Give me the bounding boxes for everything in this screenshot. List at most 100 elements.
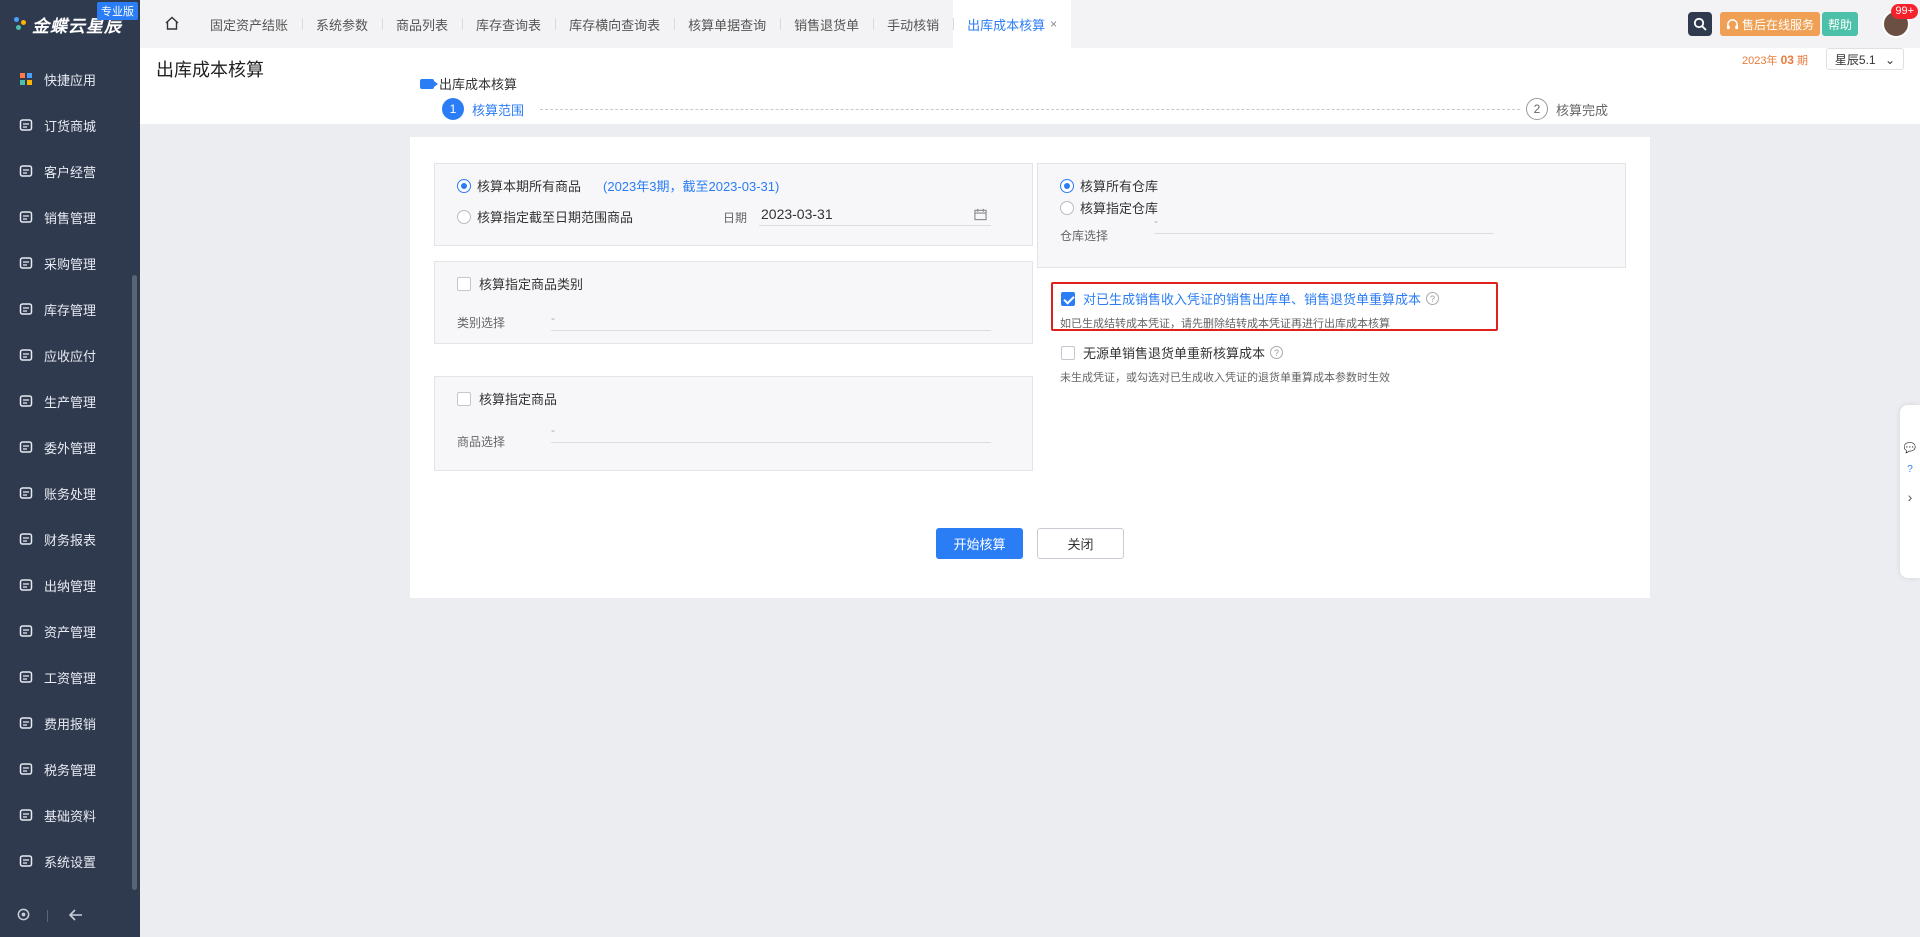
- checkbox[interactable]: [1061, 345, 1075, 360]
- sidebar-item[interactable]: 系统设置: [0, 838, 140, 884]
- close-button[interactable]: 关闭: [1037, 528, 1124, 559]
- tab[interactable]: 固定资产结账: [196, 0, 302, 48]
- close-icon[interactable]: ×: [1050, 17, 1057, 31]
- goods-label: 商品选择: [457, 435, 506, 449]
- chat-icon[interactable]: 💬: [1900, 443, 1920, 454]
- search-button[interactable]: [1687, 12, 1712, 36]
- settings-icon[interactable]: [16, 907, 31, 925]
- ledger-icon: [18, 485, 34, 501]
- radio-label: 核算本期所有商品: [477, 179, 582, 194]
- checkbox-goods[interactable]: 核算指定商品: [457, 389, 557, 408]
- checkbox-label: 无源单销售退货单重新核算成本: [1083, 346, 1266, 361]
- tab[interactable]: 库存查询表: [462, 0, 555, 48]
- checkbox[interactable]: [457, 276, 471, 291]
- sidebar-item-label: 应收应付: [44, 348, 97, 364]
- sidebar-item-label: 费用报销: [44, 716, 97, 732]
- radio-date-range[interactable]: 核算指定截至日期范围商品: [457, 207, 633, 226]
- goods-select[interactable]: -: [551, 423, 991, 443]
- sidebar-item[interactable]: 采购管理: [0, 240, 140, 286]
- tab[interactable]: 库存横向查询表: [555, 0, 674, 48]
- checkbox[interactable]: [457, 391, 471, 406]
- tab[interactable]: 手动核销: [873, 0, 953, 48]
- tab[interactable]: 核算单据查询: [674, 0, 780, 48]
- sidebar-item[interactable]: 应收应付: [0, 332, 140, 378]
- sidebar-item-label: 委外管理: [44, 440, 97, 456]
- sidebar-item[interactable]: 资产管理: [0, 608, 140, 654]
- help-question-icon[interactable]: ?: [1270, 346, 1284, 359]
- sidebar-item[interactable]: 基础资料: [0, 792, 140, 838]
- category-select[interactable]: -: [551, 311, 991, 331]
- date-field[interactable]: 2023-03-31: [759, 206, 991, 226]
- page-header: 出库成本核算 2023年 03 期 星辰5.1 ⌄ 出库成本核算 1 核算范围 …: [140, 48, 1920, 124]
- sidebar-item-label: 快捷应用: [44, 72, 97, 88]
- sidebar-item[interactable]: 税务管理: [0, 746, 140, 792]
- sidebar-item[interactable]: 出纳管理: [0, 562, 140, 608]
- sidebar-item[interactable]: 库存管理: [0, 286, 140, 332]
- tab[interactable]: 销售退货单: [780, 0, 873, 48]
- radio-button[interactable]: [457, 209, 471, 224]
- tab[interactable]: 系统参数: [302, 0, 382, 48]
- collapse-arrow-icon[interactable]: [68, 908, 84, 925]
- radio-all-warehouses[interactable]: 核算所有仓库: [1060, 176, 1158, 195]
- edition-badge: 专业版: [97, 2, 138, 20]
- sidebar-item-label: 生产管理: [44, 394, 97, 410]
- radio-button[interactable]: [457, 178, 471, 193]
- avatar[interactable]: 99+: [1882, 4, 1918, 38]
- sidebar-item[interactable]: 账务处理: [0, 470, 140, 516]
- sidebar-item-label: 库存管理: [44, 302, 97, 318]
- warehouse-select[interactable]: -: [1154, 214, 1494, 234]
- start-calculation-button[interactable]: 开始核算: [936, 528, 1023, 559]
- radio-specific-warehouse[interactable]: 核算指定仓库: [1060, 198, 1158, 217]
- user-icon: [18, 163, 34, 179]
- category-panel: 核算指定商品类别 类别选择 -: [434, 261, 1033, 344]
- sidebar-item[interactable]: 费用报销: [0, 700, 140, 746]
- ledger-select[interactable]: 星辰5.1 ⌄: [1825, 48, 1904, 70]
- sidebar-item-label: 账务处理: [44, 486, 97, 502]
- sidebar-item[interactable]: 工资管理: [0, 654, 140, 700]
- radio-button[interactable]: [1060, 200, 1074, 215]
- sidebar-item-label: 基础资料: [44, 808, 97, 824]
- step-connector: [540, 109, 1520, 110]
- chevron-down-icon: ⌄: [1884, 53, 1895, 67]
- tab[interactable]: 商品列表: [382, 0, 462, 48]
- help-button[interactable]: 帮助: [1821, 12, 1858, 36]
- tab-active[interactable]: 出库成本核算 ×: [953, 0, 1072, 48]
- step-scope: 1 核算范围: [442, 98, 524, 120]
- after-sales-service-button[interactable]: 售后在线服务: [1719, 12, 1820, 36]
- chevron-right-icon[interactable]: ›: [1900, 489, 1920, 505]
- radio-all-goods[interactable]: 核算本期所有商品 (2023年3期，截至2023-03-31): [457, 176, 779, 195]
- radio-label: 核算指定仓库: [1080, 201, 1159, 216]
- brand-logo[interactable]: 金蝶云星辰 专业版: [0, 0, 140, 48]
- notification-badge: 99+: [1891, 4, 1918, 19]
- radio-button[interactable]: [1060, 178, 1074, 193]
- grid-icon: [18, 71, 34, 87]
- tab-label: 商品列表: [396, 17, 449, 33]
- sidebar-item[interactable]: 客户经营: [0, 148, 140, 194]
- sidebar-item[interactable]: 生产管理: [0, 378, 140, 424]
- service-label: 售后在线服务: [1741, 17, 1814, 32]
- sidebar-item[interactable]: 快捷应用: [0, 56, 140, 102]
- question-icon[interactable]: ?: [1900, 464, 1920, 475]
- steps-header: 出库成本核算: [420, 74, 517, 93]
- checkbox-category[interactable]: 核算指定商品类别: [457, 274, 583, 293]
- sidebar-item[interactable]: 财务报表: [0, 516, 140, 562]
- steps-title: 出库成本核算: [439, 77, 518, 92]
- video-icon: [420, 78, 438, 89]
- checkbox-nosource[interactable]: 无源单销售退货单重新核算成本 ?: [1061, 343, 1284, 362]
- date-label: 日期: [723, 211, 748, 225]
- sidebar-item[interactable]: 委外管理: [0, 424, 140, 470]
- archive-icon: [18, 623, 34, 639]
- sidebar-scrollbar[interactable]: [132, 275, 137, 890]
- calendar-icon[interactable]: [974, 208, 987, 224]
- sidebar-nav: 快捷应用订货商城客户经营销售管理 采购管理库存管理应收应付生产管理委外管理账务处理…: [0, 56, 140, 884]
- sidebar-item-label: 出纳管理: [44, 578, 97, 594]
- sidebar-item[interactable]: 销售管理: [0, 194, 140, 240]
- headset-icon: [1726, 18, 1739, 29]
- date-value: 2023-03-31: [761, 206, 833, 222]
- cashier-icon: [18, 577, 34, 593]
- warehouse-panel: 核算所有仓库 核算指定仓库 仓库选择 -: [1037, 163, 1626, 268]
- sidebar-item[interactable]: 订货商城: [0, 102, 140, 148]
- home-tab[interactable]: [140, 0, 196, 48]
- sidebar-item-label: 客户经营: [44, 164, 97, 180]
- goods-panel: 核算指定商品 商品选择 -: [434, 376, 1033, 471]
